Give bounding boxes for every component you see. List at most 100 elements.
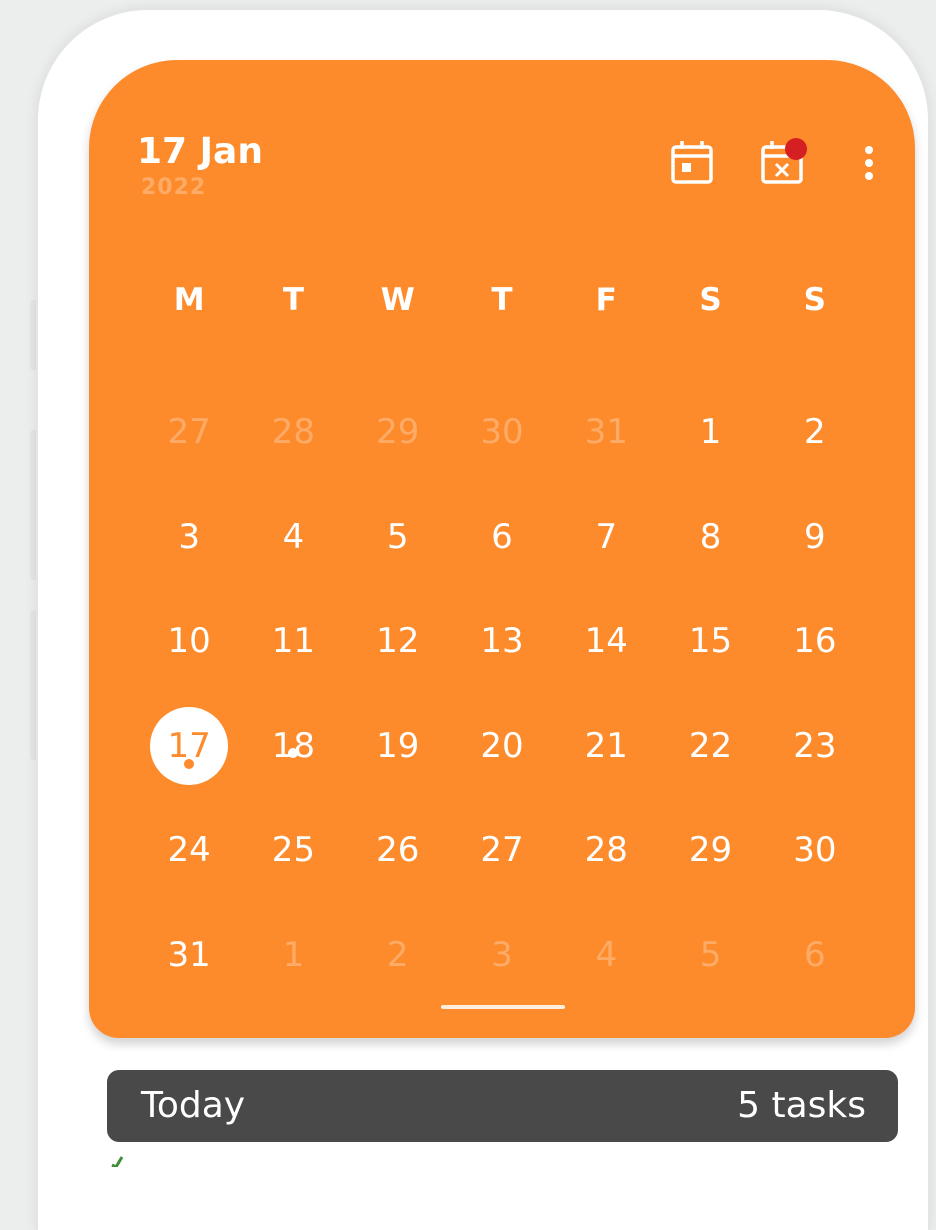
- calendar-day[interactable]: 23: [763, 726, 867, 766]
- calendar-today-button[interactable]: [667, 138, 717, 188]
- calendar-day[interactable]: 22: [658, 726, 762, 766]
- day-number: 15: [688, 621, 733, 662]
- calendar-day[interactable]: 25: [241, 830, 345, 870]
- day-number: 17: [150, 706, 229, 785]
- calendar-day[interactable]: 29: [346, 412, 450, 452]
- calendar-day[interactable]: 6: [450, 517, 554, 557]
- day-number: 13: [480, 621, 524, 662]
- day-number: 28: [584, 830, 628, 871]
- calendar-day[interactable]: 5: [658, 935, 762, 975]
- calendar-day[interactable]: 18: [241, 726, 345, 766]
- calendar-day[interactable]: 24: [137, 830, 241, 870]
- calendar-day[interactable]: 27: [137, 412, 241, 452]
- day-number: 1: [282, 934, 305, 975]
- calendar-card: 17 Jan 2022 MTWTFSS 27 28 29 30 31 1 2 3…: [89, 60, 915, 1038]
- day-number: 2: [386, 934, 409, 975]
- calendar-day[interactable]: 15: [658, 621, 762, 661]
- day-number: 3: [491, 934, 513, 975]
- today-section-header[interactable]: Today 5 tasks: [107, 1070, 898, 1142]
- calendar-day[interactable]: 16: [763, 621, 867, 661]
- day-number: 6: [491, 516, 513, 557]
- day-number: 3: [178, 516, 200, 557]
- selected-date-title: 17 Jan: [137, 131, 263, 172]
- weekday-label: T: [282, 282, 304, 318]
- calendar-day[interactable]: 28: [241, 412, 345, 452]
- calendar-day[interactable]: 27: [450, 830, 554, 870]
- tasks-count: 5 tasks: [737, 1085, 866, 1126]
- selected-year: 2022: [141, 175, 207, 200]
- day-number: 31: [584, 412, 628, 453]
- event-dot: [184, 758, 195, 769]
- calendar-day[interactable]: 30: [763, 830, 867, 870]
- calendar-day[interactable]: 13: [450, 621, 554, 661]
- calendar-week-row: 17 18 19 20 21 22 23: [137, 694, 867, 799]
- calendar-day[interactable]: 31: [554, 412, 658, 452]
- calendar-remove-button[interactable]: [757, 138, 807, 188]
- calendar-week-row: 31 1 2 3 4 5 6: [137, 903, 867, 1008]
- day-number: 14: [584, 621, 628, 662]
- calendar-day-selected[interactable]: 17: [137, 706, 241, 785]
- day-number: 30: [480, 412, 524, 453]
- calendar-day[interactable]: 1: [658, 412, 762, 452]
- calendar-day[interactable]: 7: [554, 517, 658, 557]
- calendar-day[interactable]: 4: [554, 935, 658, 975]
- day-number: 23: [793, 725, 837, 766]
- calendar-day[interactable]: 31: [137, 935, 241, 975]
- calendar-day[interactable]: 9: [763, 517, 867, 557]
- calendar-day[interactable]: 29: [658, 830, 762, 870]
- more-options-button[interactable]: [849, 138, 889, 188]
- calendar-grid: MTWTFSS 27 28 29 30 31 1 2 3 4 5 6 7 8 9 10 11 12 13 14 15 1…: [137, 275, 867, 1007]
- day-number: 5: [699, 934, 722, 975]
- phone-side-button-top: [30, 300, 38, 370]
- day-number: 16: [793, 621, 837, 662]
- weekday-label: M: [173, 282, 205, 318]
- calendar-day[interactable]: 5: [346, 517, 450, 557]
- day-number: 29: [376, 412, 420, 453]
- calendar-day[interactable]: 20: [450, 726, 554, 766]
- calendar-week-row: 10 11 12 13 14 15 16: [137, 589, 867, 694]
- day-number: 25: [271, 830, 316, 871]
- calendar-day[interactable]: 30: [450, 412, 554, 452]
- calendar-week-row: 24 25 26 27 28 29 30: [137, 798, 867, 903]
- calendar-day[interactable]: 2: [346, 935, 450, 975]
- calendar-day[interactable]: 19: [346, 726, 450, 766]
- day-number: 20: [480, 725, 524, 766]
- day-number: 8: [699, 516, 722, 557]
- day-number: 21: [584, 725, 628, 766]
- weekday-label: T: [491, 282, 513, 318]
- day-number: 1: [699, 412, 722, 453]
- day-number: 24: [167, 830, 211, 871]
- day-number: 6: [804, 934, 826, 975]
- day-number: 29: [688, 830, 733, 871]
- calendar-day[interactable]: 28: [554, 830, 658, 870]
- calendar-day[interactable]: 12: [346, 621, 450, 661]
- calendar-day[interactable]: 2: [763, 412, 867, 452]
- day-number: 9: [804, 516, 826, 557]
- calendar-day[interactable]: 11: [241, 621, 345, 661]
- phone-side-button-bottom: [30, 610, 38, 760]
- notification-dot: [785, 138, 807, 160]
- calendar-week-row: 27 28 29 30 31 1 2: [137, 380, 867, 485]
- weekday-label: W: [380, 282, 415, 318]
- more-vertical-icon: [865, 146, 873, 180]
- calendar-day[interactable]: 26: [346, 830, 450, 870]
- check-icon: [111, 1156, 124, 1167]
- day-number: 18: [271, 725, 316, 766]
- drag-handle[interactable]: [441, 1005, 565, 1009]
- calendar-day[interactable]: 3: [137, 517, 241, 557]
- weekday-label: S: [699, 282, 722, 318]
- calendar-day[interactable]: 21: [554, 726, 658, 766]
- calendar-icon: [671, 141, 713, 184]
- calendar-day[interactable]: 8: [658, 517, 762, 557]
- calendar-day[interactable]: 4: [241, 517, 345, 557]
- calendar-day[interactable]: 6: [763, 935, 867, 975]
- day-number: 10: [167, 621, 211, 662]
- calendar-day[interactable]: 3: [450, 935, 554, 975]
- day-number: 12: [376, 621, 420, 662]
- calendar-day[interactable]: 10: [137, 621, 241, 661]
- calendar-day[interactable]: 1: [241, 935, 345, 975]
- calendar-day[interactable]: 14: [554, 621, 658, 661]
- day-number: 4: [595, 934, 618, 975]
- day-number: 5: [386, 516, 409, 557]
- day-number: 26: [376, 830, 420, 871]
